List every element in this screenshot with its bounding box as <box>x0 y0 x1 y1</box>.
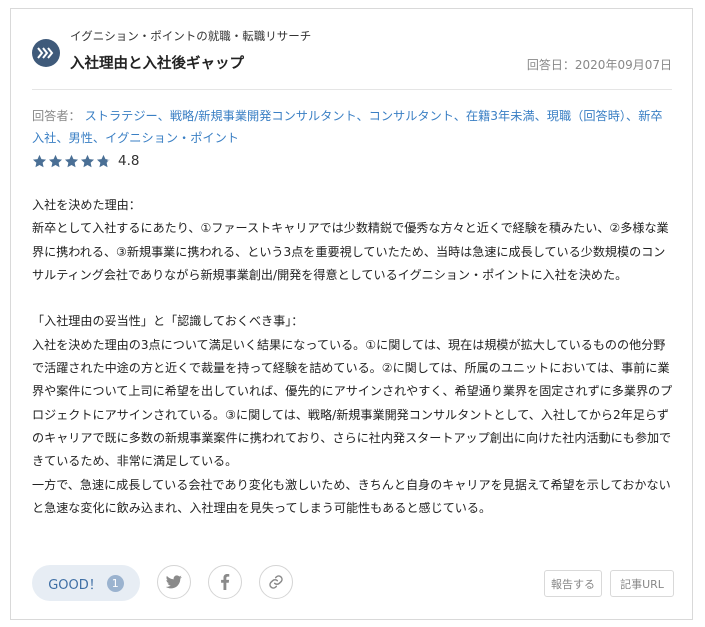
rating: 4.8 <box>32 153 139 169</box>
rating-stars <box>32 154 112 169</box>
chevrons-icon <box>37 47 54 59</box>
star-icon <box>48 154 63 167</box>
review-card: イグニション・ポイントの就職・転職リサーチ 入社理由と入社後ギャップ 回答日：2… <box>10 8 693 620</box>
twitter-icon <box>166 575 182 589</box>
respondent-tags[interactable]: ストラテジー、戦略/新規事業開発コンサルタント、コンサルタント、在籍3年未満、現… <box>32 109 663 145</box>
twitter-share-button[interactable] <box>157 565 191 599</box>
star-icon <box>32 154 47 167</box>
good-label: GOOD！ <box>48 577 102 593</box>
star-icon <box>80 154 95 167</box>
review-title: 入社理由と入社後ギャップ <box>70 56 244 72</box>
company-name[interactable]: イグニション・ポイントの就職・転職リサーチ <box>70 28 311 44</box>
star-icon <box>96 154 111 167</box>
good-button[interactable]: GOOD！ 1 <box>32 565 140 601</box>
good-count: 1 <box>106 574 124 592</box>
star-icon <box>64 154 79 167</box>
facebook-share-button[interactable] <box>208 565 242 599</box>
link-icon <box>269 575 283 589</box>
divider <box>32 89 672 90</box>
review-body: 入社を決めた理由： 新卒として入社するにあたり、①ファーストキャリアでは少数精鋭… <box>32 198 673 515</box>
copy-link-button[interactable] <box>259 565 293 599</box>
rating-value: 4.8 <box>118 153 140 169</box>
article-url-button[interactable]: 記事URL <box>610 570 674 597</box>
facebook-icon <box>221 574 230 590</box>
company-logo[interactable] <box>32 39 60 67</box>
report-button[interactable]: 報告する <box>544 570 602 597</box>
respondent-label: 回答者： <box>32 109 81 123</box>
respondent-info: 回答者： ストラテジー、戦略/新規事業開発コンサルタント、コンサルタント、在籍3… <box>32 105 672 149</box>
answer-date: 回答日：2020年09月07日 <box>526 58 672 72</box>
